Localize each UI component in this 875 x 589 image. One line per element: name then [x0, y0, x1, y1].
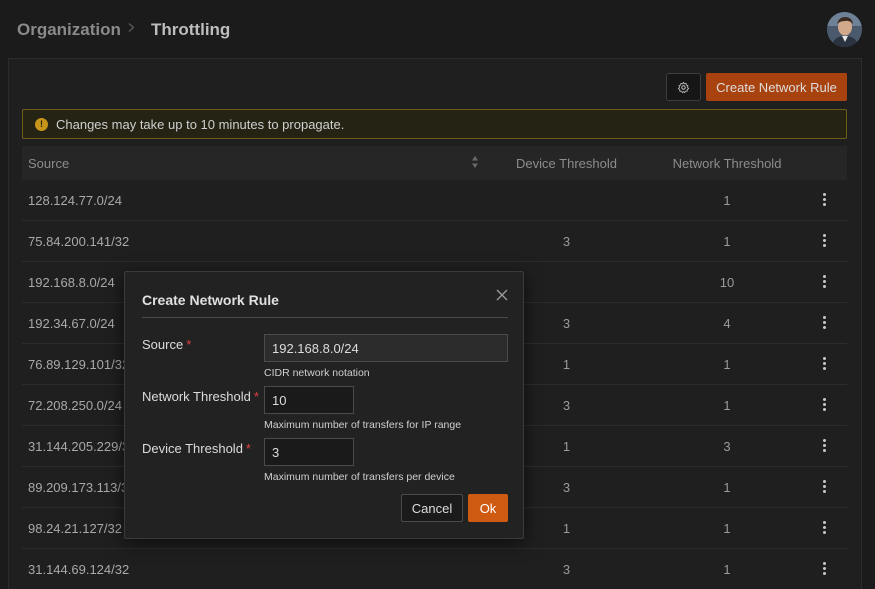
network-threshold-cell: 1	[723, 398, 731, 413]
source-cell: 89.209.173.113/32	[28, 480, 136, 495]
network-threshold-cell: 1	[723, 234, 731, 249]
source-cell: 192.168.8.0/24	[28, 275, 115, 290]
device-threshold-input[interactable]	[264, 438, 354, 466]
column-header-device-threshold: Device Threshold	[516, 156, 617, 171]
network-threshold-help: Maximum number of transfers for IP range	[264, 419, 462, 431]
source-cell: 192.34.67.0/24	[28, 316, 115, 331]
create-network-rule-dialog: Create Network Rule Source* CIDR network…	[124, 271, 524, 539]
settings-button[interactable]	[666, 73, 701, 101]
device-threshold-help: Maximum number of transfers per device	[264, 471, 455, 483]
network-threshold-cell: 1	[723, 357, 731, 372]
network-threshold-label: Network Threshold *	[142, 389, 259, 404]
sort-icon[interactable]	[471, 155, 479, 169]
source-cell: 75.84.200.141/32	[28, 234, 130, 249]
network-threshold-cell: 1	[723, 521, 731, 536]
table-row: 128.124.77.0/24 1	[22, 180, 847, 221]
network-threshold-cell: 1	[723, 193, 731, 208]
row-menu-icon[interactable]	[820, 275, 828, 291]
network-threshold-cell: 4	[723, 316, 731, 331]
table-row: 75.84.200.141/32 3 1	[22, 221, 847, 262]
source-cell: 128.124.77.0/24	[28, 193, 122, 208]
row-menu-icon[interactable]	[820, 480, 828, 496]
row-menu-icon[interactable]	[820, 234, 828, 250]
gear-icon	[677, 81, 690, 93]
source-label: Source *	[142, 337, 191, 352]
column-header-source[interactable]: Source	[28, 156, 69, 171]
top-bar: Organization Throttling	[0, 0, 875, 58]
source-cell: 31.144.69.124/32	[28, 562, 130, 577]
network-threshold-input[interactable]	[264, 386, 354, 414]
required-mark: *	[245, 441, 251, 456]
create-network-rule-button[interactable]: Create Network Rule	[706, 73, 847, 101]
cancel-button[interactable]: Cancel	[401, 494, 463, 522]
device-threshold-cell: 3	[562, 234, 571, 249]
row-menu-icon[interactable]	[820, 439, 828, 455]
row-menu-icon[interactable]	[820, 193, 828, 209]
ok-button[interactable]: Ok	[468, 494, 508, 522]
column-header-network-threshold: Network Threshold	[672, 156, 782, 171]
source-help: CIDR network notation	[264, 367, 370, 379]
source-cell: 31.144.205.229/32	[28, 439, 137, 454]
close-icon[interactable]	[495, 288, 509, 302]
source-label-text: Source	[142, 337, 184, 352]
warning-icon: !	[35, 117, 48, 131]
row-menu-icon[interactable]	[820, 521, 828, 537]
network-threshold-cell: 3	[723, 439, 731, 454]
network-threshold-label-text: Network Threshold	[142, 389, 251, 404]
network-threshold-cell: 1	[723, 562, 731, 577]
banner-text: Changes may take up to 10 minutes to pro…	[56, 116, 345, 132]
breadcrumb-organization[interactable]: Organization	[17, 20, 121, 40]
required-mark: *	[253, 389, 259, 404]
table-header: Source Device Threshold Network Threshol…	[22, 146, 847, 180]
device-threshold-label: Device Threshold *	[142, 441, 251, 456]
propagation-warning-banner: ! Changes may take up to 10 minutes to p…	[22, 109, 847, 139]
row-menu-icon[interactable]	[820, 357, 828, 373]
source-cell: 76.89.129.101/32	[28, 357, 130, 372]
device-threshold-cell: 3	[562, 562, 571, 577]
row-menu-icon[interactable]	[820, 398, 828, 414]
user-avatar-icon	[827, 12, 862, 47]
avatar[interactable]	[827, 12, 862, 47]
page-title: Throttling	[151, 20, 231, 39]
device-threshold-label-text: Device Threshold	[142, 441, 243, 456]
row-menu-icon[interactable]	[820, 316, 828, 332]
required-mark: *	[186, 337, 192, 352]
network-threshold-cell: 1	[723, 480, 731, 495]
network-threshold-cell: 10	[719, 275, 735, 290]
source-cell: 98.24.21.127/32	[28, 521, 122, 536]
source-input[interactable]	[264, 334, 508, 362]
table-row: 31.144.69.124/32 3 1	[22, 549, 847, 589]
dialog-title: Create Network Rule	[142, 292, 279, 308]
source-cell: 72.208.250.0/24	[28, 398, 122, 413]
chevron-right-icon	[128, 23, 135, 32]
row-menu-icon[interactable]	[820, 562, 828, 578]
dialog-divider	[142, 317, 508, 318]
